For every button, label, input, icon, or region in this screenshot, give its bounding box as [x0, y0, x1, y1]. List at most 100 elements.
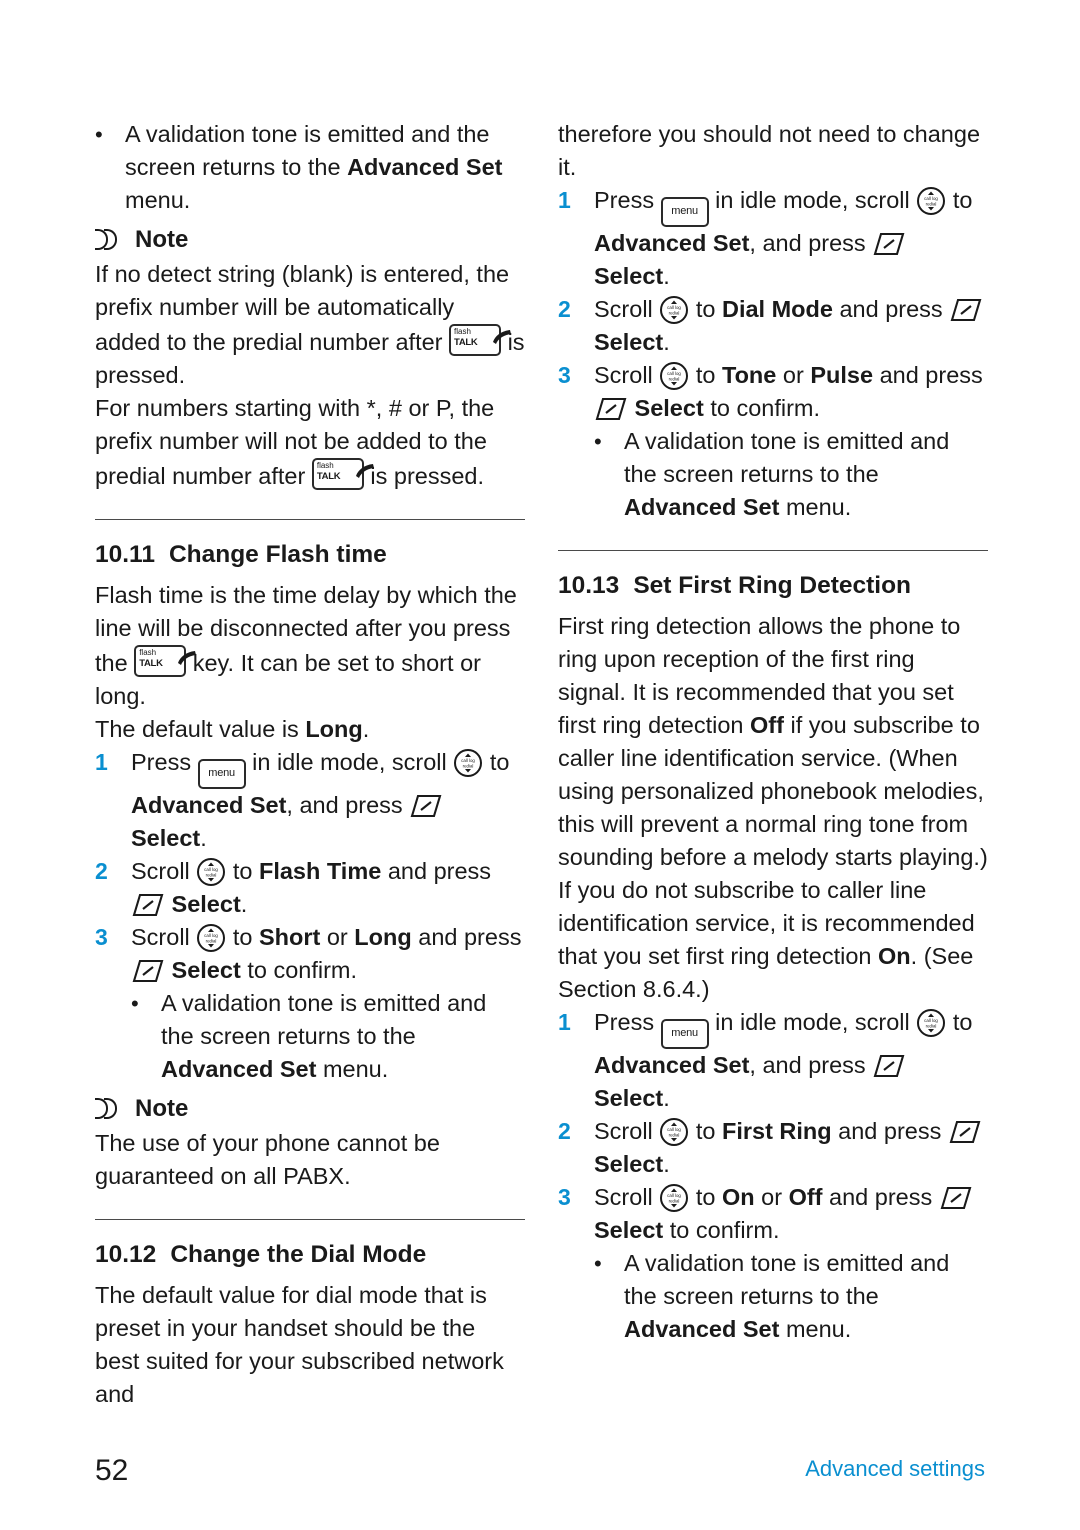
svg-text:redial: redial	[669, 377, 680, 382]
step-bold-advanced-set: Advanced Set	[594, 1052, 750, 1078]
step-word-to: to	[695, 296, 716, 322]
step-word-confirm: to confirm.	[247, 957, 358, 983]
step-text: Press menu in idle mode, scroll call log…	[131, 746, 525, 855]
section-title: Change Flash time	[168, 541, 387, 568]
default-post: .	[362, 716, 370, 742]
svg-text:redial: redial	[206, 939, 217, 944]
dial-step-2: 2 Scroll call log redial to Dial Mode an…	[558, 293, 988, 359]
step-period: .	[200, 825, 207, 851]
flash-default-value: The default value is Long.	[95, 713, 525, 746]
select-key-icon	[948, 1119, 982, 1145]
step-word-idle: in idle mode, scroll	[715, 187, 910, 213]
scroll-key-icon: call log redial	[916, 186, 946, 216]
step-word-press: Press	[131, 749, 192, 775]
svg-text:call log: call log	[204, 933, 218, 938]
step-bold-select: Select	[594, 263, 664, 289]
bullet-line-2: the screen returns to the	[161, 1023, 416, 1049]
svg-text:call log: call log	[924, 1018, 938, 1023]
menu-key-icon: menu	[660, 197, 709, 227]
note1-paragraph-2: For numbers starting with *, # or P, the…	[95, 392, 525, 493]
svg-text:call log: call log	[667, 305, 681, 310]
step-word-or: or	[326, 924, 348, 950]
svg-text:redial: redial	[926, 1024, 937, 1029]
note-header: Note	[95, 223, 525, 256]
bullet-dot: •	[594, 1251, 602, 1276]
step-bold-advanced-set: Advanced Set	[594, 230, 750, 256]
bullet-dot: •	[131, 991, 139, 1016]
default-pre: The default value is	[95, 716, 306, 742]
default-bold: Long	[305, 716, 363, 742]
step-text: Scroll call log redial to Short or Long …	[131, 921, 525, 987]
menu-word: menu.	[316, 1056, 389, 1082]
note1-p1-text: If no detect string (blank) is entered, …	[95, 261, 510, 355]
menu-word: menu.	[125, 187, 191, 213]
menu-key-icon: menu	[660, 1019, 709, 1049]
first-ring-step-3: 3 Scroll call log redial to On or Off an…	[558, 1181, 988, 1247]
step-word-and-press: and press	[829, 1184, 933, 1210]
step-number: 2	[558, 1118, 571, 1144]
note2-paragraph: The use of your phone cannot be guarante…	[95, 1130, 440, 1189]
section-heading-10-12: 10.12 Change the Dial Mode	[95, 1238, 525, 1271]
step-bold-off: Off	[788, 1184, 823, 1210]
step-word-to: to	[489, 749, 510, 775]
step-text: Scroll call log redial to Dial Mode and …	[594, 293, 988, 359]
bullet-dot: •	[95, 122, 103, 147]
section-divider	[558, 550, 988, 551]
step-word-and-press: , and press	[749, 230, 866, 256]
right-column: therefore you should not need to change …	[558, 118, 988, 1346]
step-text: Scroll call log redial to Tone or Pulse …	[594, 359, 988, 425]
step-word-and-press: and press	[879, 362, 983, 388]
step-number: 2	[95, 858, 108, 884]
note-title: Note	[135, 1095, 189, 1122]
dial-step-1: 1 Press menu in idle mode, scroll call l…	[558, 184, 988, 293]
step-word-scroll: Scroll	[131, 924, 190, 950]
talk-key-bottom-label: TALK	[454, 337, 478, 348]
flash-intro: Flash time is the time delay by which th…	[95, 579, 525, 713]
select-key-icon	[872, 231, 906, 257]
step-number: 1	[95, 749, 108, 775]
step-word-or: or	[761, 1184, 783, 1210]
svg-text:call log: call log	[461, 758, 475, 763]
step-word-confirm: to confirm.	[710, 395, 821, 421]
svg-text:call log: call log	[667, 371, 681, 376]
manual-page: • A validation tone is emitted and the s…	[0, 0, 1080, 1530]
step-bold-select: Select	[171, 957, 241, 983]
step-word-to: to	[232, 858, 253, 884]
bullet-line-1: A validation tone is emitted and	[624, 1250, 950, 1276]
scroll-key-icon: call log redial	[916, 1008, 946, 1038]
note1-paragraph-1: If no detect string (blank) is entered, …	[95, 258, 525, 392]
section-heading-10-11: 10.11 Change Flash time	[95, 538, 525, 571]
step-word-scroll: Scroll	[594, 296, 653, 322]
step-word-to: to	[232, 924, 253, 950]
step-word-to: to	[695, 1118, 716, 1144]
advanced-set-bold: Advanced Set	[624, 494, 780, 520]
section-number: 10.12	[95, 1241, 157, 1268]
svg-text:call log: call log	[204, 867, 218, 872]
bold-on: On	[878, 943, 911, 969]
step-word-and-press: , and press	[286, 792, 403, 818]
dial-bullet-validation: • A validation tone is emitted and the s…	[594, 425, 988, 524]
bullet-dot: •	[594, 429, 602, 454]
step-word-to: to	[695, 362, 716, 388]
step-period: .	[240, 891, 248, 917]
talk-key-bottom-label: TALK	[316, 471, 341, 482]
step-bold-tone: Tone	[721, 362, 777, 388]
scroll-key-icon: call log redial	[659, 1183, 689, 1213]
scroll-key-icon: call log redial	[659, 361, 689, 391]
step-bold-select: Select	[594, 329, 664, 355]
step-period: .	[663, 1085, 670, 1111]
step-number: 3	[558, 1184, 571, 1210]
bullet-line-1: A validation tone is emitted and	[125, 121, 451, 147]
advanced-set-bold: Advanced Set	[161, 1056, 317, 1082]
step-bold-select: Select	[634, 395, 704, 421]
svg-text:redial: redial	[926, 202, 937, 207]
flash-step-2: 2 Scroll call log redial to Flash Time a…	[95, 855, 525, 921]
step-word-press: Press	[594, 1009, 655, 1035]
flash-step-3: 3 Scroll call log redial to Short or Lon…	[95, 921, 525, 987]
note1-p2-end: is pressed.	[370, 463, 485, 489]
step-word-scroll: Scroll	[594, 1118, 653, 1144]
talk-key-icon: flash TALK	[311, 458, 374, 490]
first-ring-description: First ring detection allows the phone to…	[558, 610, 988, 1006]
scroll-key-icon: call log redial	[453, 748, 483, 778]
step-word-to: to	[695, 1184, 716, 1210]
